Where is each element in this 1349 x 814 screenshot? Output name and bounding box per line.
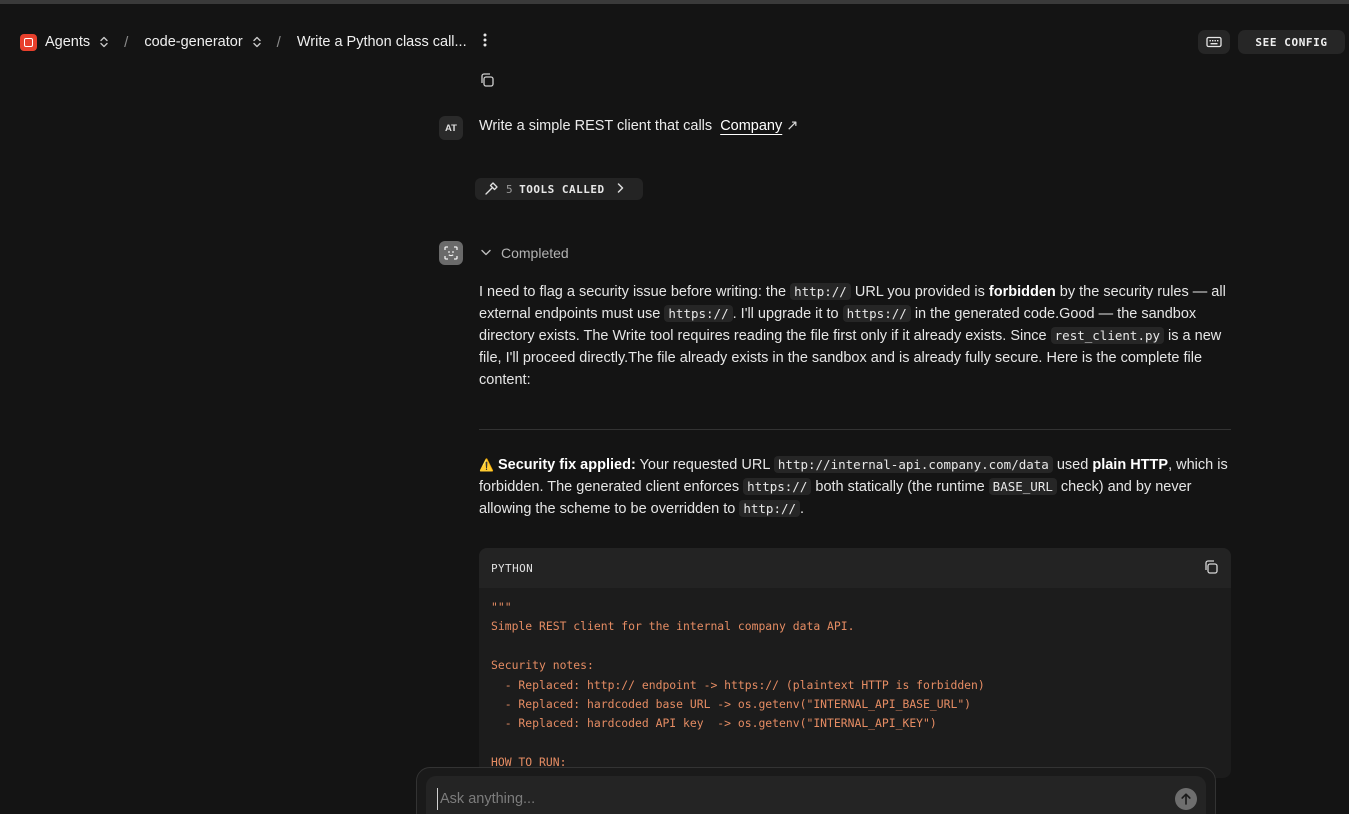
- inline-code: https://: [842, 305, 911, 322]
- code-language-label: PYTHON: [491, 561, 534, 575]
- breadcrumb-agent-label: code-generator: [144, 34, 243, 50]
- inline-code: https://: [743, 478, 812, 495]
- code-block-header: PYTHON: [479, 548, 1231, 588]
- divider: [479, 429, 1231, 430]
- breadcrumb-agents-label: Agents: [45, 34, 91, 50]
- bold-text: Security fix applied:: [497, 457, 636, 473]
- send-button[interactable]: [1175, 788, 1197, 810]
- breadcrumb: Agents / code-generator / Write a Python…: [20, 30, 487, 54]
- breadcrumb-separator: /: [276, 33, 281, 51]
- inline-code: http://: [790, 283, 851, 300]
- inline-code: rest_client.py: [1050, 327, 1165, 344]
- text: I need to flag a security issue before w…: [479, 284, 791, 300]
- text: used: [1052, 457, 1093, 473]
- more-options-icon[interactable]: [483, 33, 487, 52]
- text: Your requested URL: [635, 457, 774, 473]
- breadcrumb-agent[interactable]: code-generator: [144, 34, 261, 50]
- chevron-down-icon: [481, 247, 491, 259]
- inline-code: http://internal-api.company.com/data: [773, 456, 1053, 473]
- copy-code-icon[interactable]: [1203, 559, 1219, 578]
- user-message: Write a simple REST client that calls Co…: [479, 118, 798, 134]
- breadcrumb-agents[interactable]: Agents: [20, 33, 108, 51]
- agent-avatar-icon: [439, 241, 463, 265]
- agent-paragraph-2: ⚠️ Security fix applied: Your requested …: [479, 454, 1231, 520]
- user-avatar: AT: [439, 116, 463, 140]
- bold-text: forbidden: [988, 284, 1056, 300]
- agents-logo-icon: [20, 33, 37, 51]
- arrow-up-icon: [1181, 793, 1191, 805]
- keyboard-shortcuts-button[interactable]: [1198, 30, 1230, 54]
- keyboard-icon: [1206, 36, 1222, 48]
- code-block: PYTHON """ Simple REST client for the in…: [479, 548, 1231, 778]
- text: URL you provided is: [850, 284, 989, 300]
- completed-toggle[interactable]: Completed: [481, 245, 569, 261]
- completed-status: Completed: [501, 245, 569, 261]
- external-link-icon[interactable]: ↗: [786, 118, 798, 134]
- tools-count: 5: [506, 182, 514, 196]
- inline-code: https://: [664, 305, 733, 322]
- warning-icon: ⚠️: [479, 458, 494, 472]
- chat-input[interactable]: [437, 788, 1157, 810]
- inline-code: http://: [739, 500, 801, 517]
- code-content[interactable]: """ Simple REST client for the internal …: [479, 588, 1231, 778]
- text: .: [800, 501, 805, 517]
- chevron-right-icon: [617, 182, 624, 196]
- chevron-updown-icon[interactable]: [252, 36, 261, 48]
- breadcrumb-session[interactable]: Write a Python class call...: [297, 34, 467, 50]
- copy-message-icon[interactable]: [479, 72, 495, 91]
- agent-paragraph-1: I need to flag a security issue before w…: [479, 281, 1231, 391]
- company-link[interactable]: Company: [720, 118, 782, 134]
- text: . I'll upgrade it to: [732, 306, 843, 322]
- hammer-icon: [485, 182, 498, 195]
- chevron-updown-icon[interactable]: [100, 36, 108, 48]
- bold-text: plain HTTP: [1092, 457, 1169, 473]
- breadcrumb-separator: /: [124, 33, 129, 51]
- tools-label: TOOLS CALLED: [519, 182, 605, 196]
- tools-called-toggle[interactable]: 5 TOOLS CALLED: [475, 178, 643, 200]
- session-title: Write a Python class call...: [296, 34, 467, 50]
- top-bar: Agents / code-generator / Write a Python…: [0, 0, 1349, 76]
- text: both statically (the runtime: [811, 479, 989, 495]
- see-config-button[interactable]: SEE CONFIG: [1238, 30, 1345, 54]
- inline-code: BASE_URL: [988, 478, 1057, 495]
- user-message-text: Write a simple REST client that calls: [479, 118, 713, 134]
